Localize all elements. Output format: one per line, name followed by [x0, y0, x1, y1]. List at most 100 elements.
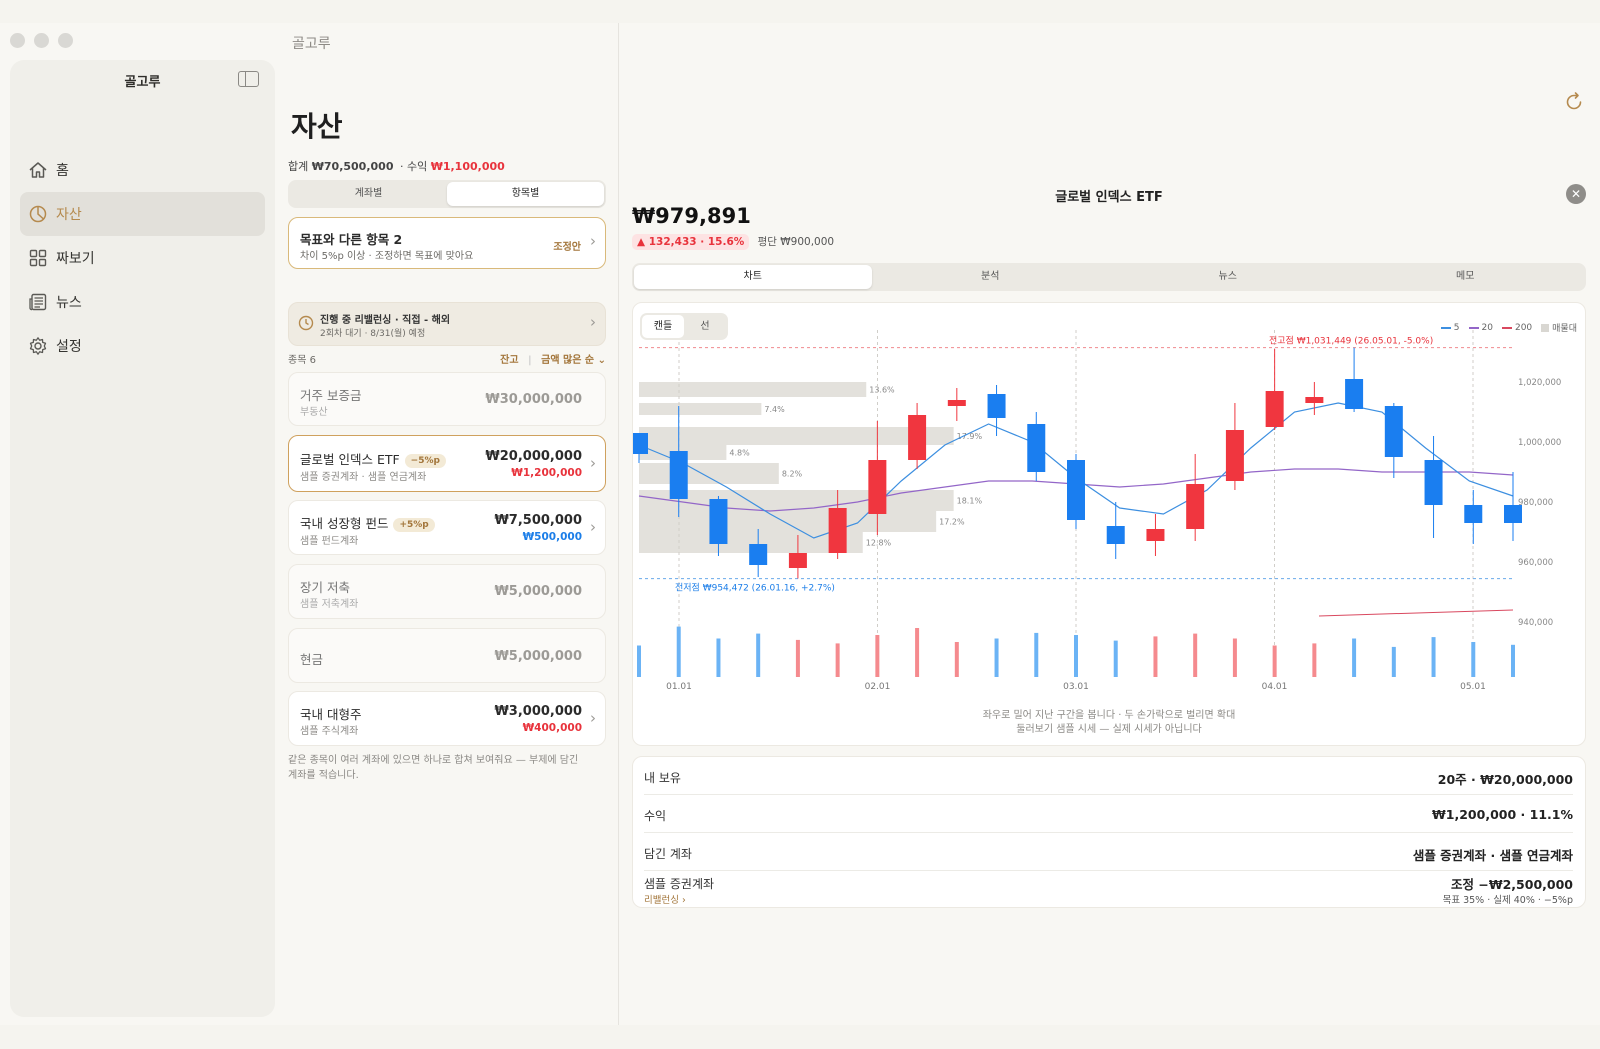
adjust-link[interactable]: 조정안 — [553, 238, 581, 253]
minimize-window-button[interactable] — [34, 33, 49, 48]
y-tick-label: 1,020,000 — [1518, 378, 1561, 388]
x-tick-label: 05.01 — [1460, 682, 1486, 692]
chart-type-candle[interactable]: 캔들 — [642, 315, 684, 338]
volume-bar — [1352, 638, 1357, 677]
refresh-icon[interactable] — [1562, 90, 1586, 114]
volume-profile-label: 4.8% — [729, 449, 750, 458]
page-title: 자산 — [291, 110, 343, 143]
candle-body — [1464, 505, 1483, 523]
sort-balance-button[interactable]: 잔고 — [500, 355, 518, 366]
candlestick-chart[interactable]: 13.6%7.4%17.9%4.8%8.2%18.1%17.2%12.8%01.… — [633, 303, 1587, 703]
info-value: ₩1,200,000 · 11.1% — [1432, 807, 1573, 822]
rebalance-banner[interactable]: 진행 중 리밸런싱 · 직접 - 해외 2회차 대기 · 8/31(월) 예정 … — [288, 302, 606, 346]
grid-icon — [29, 249, 47, 267]
item-change: ₩1,200,000 — [511, 467, 582, 479]
chevron-down-icon: ⌄ — [597, 355, 606, 366]
segment-by-account[interactable]: 계좌별 — [290, 182, 447, 206]
legend-ma200: 200 — [1501, 323, 1532, 333]
close-icon[interactable]: ✕ — [1566, 184, 1586, 204]
list-item[interactable]: 장기 저축 샘플 저축계좌 ₩5,000,000 — [288, 564, 606, 619]
volume-profile-label: 12.8% — [866, 539, 892, 548]
info-row-holding: 내 보유 20주 · ₩20,000,000 — [644, 757, 1573, 795]
view-segmented-control: 계좌별 항목별 — [288, 180, 606, 208]
sidebar-item-plan[interactable]: 짜보기 — [20, 236, 265, 280]
candle-body — [1384, 406, 1403, 457]
sidebar-toggle-icon[interactable] — [238, 71, 259, 87]
zoom-window-button[interactable] — [58, 33, 73, 48]
candle-body — [1106, 526, 1125, 544]
chart-type-line[interactable]: 선 — [684, 315, 726, 338]
candle-body — [1305, 397, 1324, 403]
volume-bar — [954, 642, 959, 677]
list-item[interactable]: 국내 대형주 샘플 주식계좌 ₩3,000,000 ₩400,000 › — [288, 691, 606, 746]
detail-tabs: 차트 분석 뉴스 메모 — [632, 263, 1586, 291]
info-label: 내 보유 — [644, 771, 681, 785]
item-account: 샘플 저축계좌 — [300, 599, 359, 610]
chart-card: 13.6% 7.4% 17.9% 4.8% 8.2% 18.1% 17.2% 12.8% 01.… — [632, 302, 1586, 746]
candle-body — [908, 415, 927, 460]
volume-profile-label: 8.2% — [782, 470, 803, 479]
tab-memo[interactable]: 메모 — [1347, 265, 1585, 289]
candle-body — [1146, 529, 1165, 541]
sidebar-item-settings[interactable]: 설정 — [20, 324, 265, 368]
sidebar-item-label: 설정 — [56, 339, 82, 355]
tab-analysis[interactable]: 분석 — [872, 265, 1110, 289]
chart-hint: 좌우로 밀어 지난 구간을 봅니다 · 두 손가락으로 벌리면 확대 — [982, 710, 1236, 721]
item-name: 국내 대형주 — [300, 707, 362, 722]
close-window-button[interactable] — [10, 33, 25, 48]
item-amount: ₩7,500,000 — [494, 513, 582, 528]
item-amount: ₩5,000,000 — [494, 649, 582, 664]
holding-info-card: 내 보유 20주 · ₩20,000,000 수익 ₩1,200,000 · 1… — [632, 756, 1586, 908]
rebalance-title: 진행 중 리밸런싱 · 직접 - 해외 — [320, 315, 451, 326]
alert-card[interactable]: 목표와 다른 항목 2 차이 5%p 이상 · 조정하면 목표에 맞아요 조정안… — [288, 217, 606, 269]
candle-body — [1225, 430, 1244, 481]
item-name: 국내 성장형 펀드 — [300, 516, 389, 531]
gear-icon — [29, 337, 47, 355]
rebalance-link[interactable]: 리밸런싱 › — [644, 892, 686, 906]
volume-bar — [676, 626, 681, 677]
x-tick-label: 03.01 — [1063, 682, 1089, 692]
list-item-selected[interactable]: 글로벌 인덱스 ETF −5%p 샘플 증권계좌 · 샘플 연금계좌 ₩20,00… — [288, 435, 606, 492]
tab-news[interactable]: 뉴스 — [1109, 265, 1347, 289]
volume-profile-label: 7.4% — [764, 405, 785, 414]
volume-profile-label: 17.2% — [939, 518, 965, 527]
volume-bar — [875, 635, 880, 677]
info-label: 담긴 계좌 — [644, 847, 692, 861]
chevron-right-icon: › — [590, 313, 596, 331]
candle-body — [709, 499, 728, 544]
diff-badge: +5%p — [393, 518, 435, 532]
list-item[interactable]: 현금 ₩5,000,000 — [288, 628, 606, 683]
sample-data-note: 둘러보기 샘플 시세 — 실제 시세가 아닙니다 — [1016, 724, 1202, 735]
candle-body — [868, 460, 887, 514]
x-tick-label: 04.01 — [1262, 682, 1288, 692]
item-account: 샘플 증권계좌 · 샘플 연금계좌 — [300, 472, 427, 483]
item-account: 부동산 — [300, 407, 328, 418]
volume-bar — [1232, 638, 1237, 677]
sidebar: 골고루 홈 자산 짜보기 뉴스 설정 — [10, 60, 275, 1017]
list-item[interactable]: 국내 성장형 펀드 +5%p 샘플 펀드계좌 ₩7,500,000 ₩500,00… — [288, 500, 606, 555]
volume-bar — [1431, 637, 1436, 677]
segment-by-item[interactable]: 항목별 — [447, 182, 604, 206]
info-row-profit: 수익 ₩1,200,000 · 11.1% — [644, 795, 1573, 833]
volume-bar — [1153, 636, 1158, 677]
info-row-account-adjust: 샘플 증권계좌 리밸런싱 › 조정 −₩2,500,000 목표 35% · 실… — [644, 871, 1573, 909]
sidebar-item-home[interactable]: 홈 — [20, 148, 265, 192]
alert-subtitle: 차이 5%p 이상 · 조정하면 목표에 맞아요 — [300, 251, 474, 262]
sidebar-item-label: 자산 — [56, 207, 82, 223]
footnote: 같은 종목이 여러 계좌에 있으면 하나로 합쳐 보여줘요 — 부제에 담긴 계… — [288, 755, 579, 781]
item-amount: ₩30,000,000 — [485, 392, 582, 407]
volume-profile-bar — [639, 403, 762, 415]
item-account: 샘플 펀드계좌 — [300, 536, 359, 547]
candle-body — [1186, 484, 1205, 529]
legend-volume-profile: 매물대 — [1541, 321, 1577, 334]
sort-order-button[interactable]: 금액 많은 순 — [541, 355, 594, 366]
info-subvalue: 목표 35% · 실제 40% · −5%p — [1442, 895, 1573, 906]
chart-type-toggle: 캔들 선 — [640, 313, 728, 340]
rebalance-subtitle: 2회차 대기 · 8/31(월) 예정 — [320, 329, 426, 339]
list-item[interactable]: 거주 보증금 부동산 ₩30,000,000 — [288, 372, 606, 426]
tab-chart[interactable]: 차트 — [634, 265, 872, 289]
sidebar-item-news[interactable]: 뉴스 — [20, 280, 265, 324]
y-tick-label: 960,000 — [1518, 558, 1553, 568]
chevron-right-icon: › — [590, 232, 596, 250]
sidebar-item-assets[interactable]: 자산 — [20, 192, 265, 236]
